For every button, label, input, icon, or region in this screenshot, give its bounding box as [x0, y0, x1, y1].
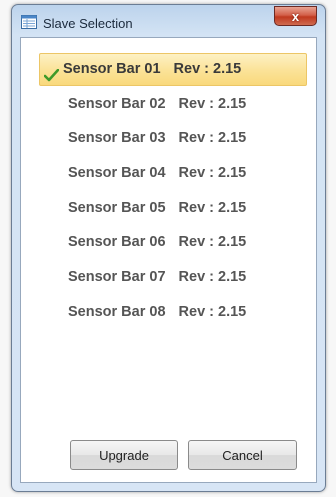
window-title: Slave Selection [43, 16, 133, 31]
slave-name: Sensor Bar 02 [68, 95, 166, 112]
slave-name: Sensor Bar 03 [68, 130, 166, 147]
upgrade-button[interactable]: Upgrade [70, 440, 178, 470]
list-item[interactable]: Sensor Bar 02 Rev : 2.15 [39, 88, 307, 121]
slave-revision: Rev : 2.15 [173, 61, 242, 77]
slave-name: Sensor Bar 01 [63, 61, 161, 77]
slave-name: Sensor Bar 05 [68, 199, 166, 216]
cancel-button[interactable]: Cancel [188, 440, 297, 470]
slave-revision: Rev : 2.15 [178, 303, 247, 320]
slave-revision: Rev : 2.15 [178, 199, 247, 216]
list-item[interactable]: Sensor Bar 01 Rev : 2.15 [39, 53, 307, 86]
slave-name: Sensor Bar 06 [68, 234, 166, 251]
slave-revision: Rev : 2.15 [178, 234, 247, 251]
slave-revision: Rev : 2.15 [178, 269, 247, 286]
close-button[interactable]: x [274, 6, 317, 26]
window-list-icon [21, 15, 37, 29]
slave-selection-dialog: Slave Selection x Sensor Bar 01 Rev : 2.1… [11, 4, 326, 492]
list-item[interactable]: Sensor Bar 06 Rev : 2.15 [39, 226, 307, 259]
slave-name: Sensor Bar 08 [68, 303, 166, 320]
dialog-body: Sensor Bar 01 Rev : 2.15 Sensor Bar 02 Rev … [20, 37, 317, 483]
slave-name: Sensor Bar 04 [68, 165, 166, 182]
slave-name: Sensor Bar 07 [68, 269, 166, 286]
list-item[interactable]: Sensor Bar 08 Rev : 2.15 [39, 296, 307, 329]
list-item[interactable]: Sensor Bar 05 Rev : 2.15 [39, 192, 307, 225]
list-item[interactable]: Sensor Bar 07 Rev : 2.15 [39, 261, 307, 294]
slave-revision: Rev : 2.15 [178, 165, 247, 182]
slave-revision: Rev : 2.15 [178, 130, 247, 147]
slave-list[interactable]: Sensor Bar 01 Rev : 2.15 Sensor Bar 02 Rev … [39, 53, 307, 331]
list-item[interactable]: Sensor Bar 04 Rev : 2.15 [39, 157, 307, 190]
check-icon [43, 63, 60, 82]
slave-revision: Rev : 2.15 [178, 95, 247, 112]
close-icon: x [291, 8, 300, 24]
title-bar[interactable]: Slave Selection x [12, 5, 325, 37]
list-item[interactable]: Sensor Bar 03 Rev : 2.15 [39, 122, 307, 155]
